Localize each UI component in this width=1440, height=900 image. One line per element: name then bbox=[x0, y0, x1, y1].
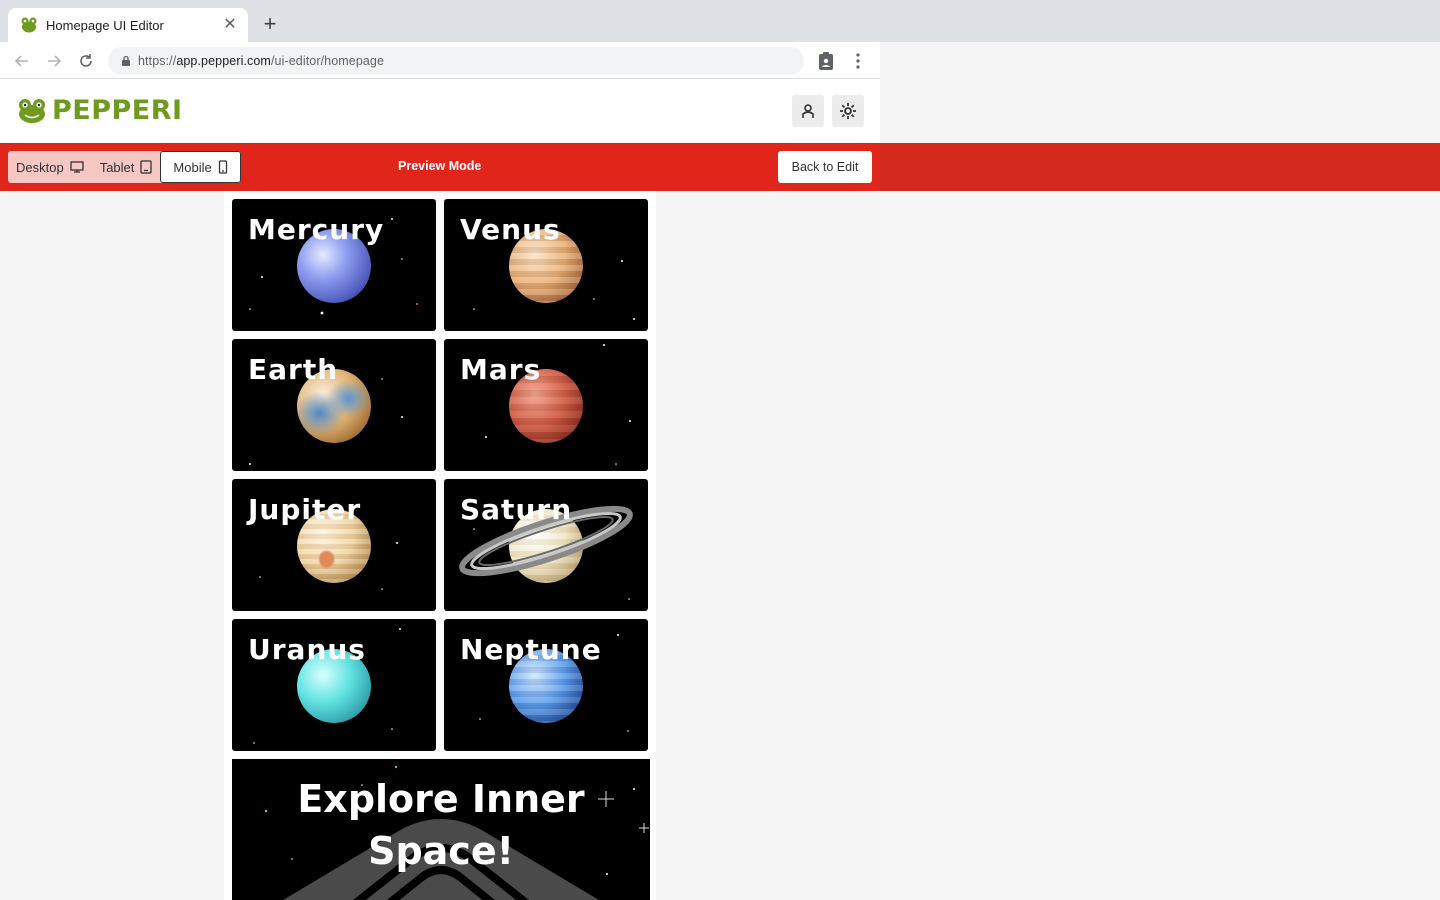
forward-arrow-icon[interactable] bbox=[43, 50, 65, 72]
gear-icon bbox=[840, 103, 856, 119]
mode-mobile-button[interactable]: Mobile bbox=[160, 151, 241, 183]
url-text: https://app.pepperi.com/ui-editor/homepa… bbox=[138, 54, 385, 68]
user-button[interactable] bbox=[792, 95, 824, 127]
planet-card-neptune[interactable]: Neptune bbox=[444, 619, 648, 751]
back-arrow-icon[interactable] bbox=[11, 50, 33, 72]
planet-card-venus[interactable]: Venus bbox=[444, 199, 648, 331]
planet-name: Saturn bbox=[460, 493, 573, 526]
lock-icon bbox=[122, 55, 130, 66]
explore-banner[interactable]: Explore Inner Space! bbox=[232, 759, 650, 900]
planet-card-jupiter[interactable]: Jupiter bbox=[232, 479, 436, 611]
new-tab-icon[interactable]: + bbox=[258, 13, 282, 37]
planet-name: Uranus bbox=[248, 633, 366, 666]
back-to-edit-button[interactable]: Back to Edit bbox=[778, 151, 872, 183]
desktop-icon bbox=[70, 161, 84, 173]
planet-card-mars[interactable]: Mars bbox=[444, 339, 648, 471]
planet-card-earth[interactable]: Earth bbox=[232, 339, 436, 471]
mode-mobile-label: Mobile bbox=[173, 159, 212, 175]
tab-title: Homepage UI Editor bbox=[46, 17, 164, 33]
planet-name: Neptune bbox=[460, 633, 602, 666]
browser-tabstrip: Homepage UI Editor ✕ + bbox=[0, 0, 1440, 42]
kebab-menu-icon[interactable] bbox=[847, 50, 869, 72]
planet-name: Venus bbox=[460, 213, 561, 246]
mode-desktop-label: Desktop bbox=[16, 159, 64, 175]
browser-toolbar: https://app.pepperi.com/ui-editor/homepa… bbox=[0, 42, 880, 79]
settings-button[interactable] bbox=[832, 95, 864, 127]
banner-title-line1: Explore Inner bbox=[297, 777, 585, 821]
planet-card-saturn[interactable]: Saturn bbox=[444, 479, 648, 611]
planet-card-uranus[interactable]: Uranus bbox=[232, 619, 436, 751]
planet-card-mercury[interactable]: Mercury bbox=[232, 199, 436, 331]
banner-title-line2: Space! bbox=[368, 829, 514, 873]
pepperi-logo[interactable]: PEPPERI bbox=[16, 95, 183, 126]
planet-name: Jupiter bbox=[248, 493, 362, 526]
preview-bar-inner: Desktop Tablet Mobile Preview Mode Back … bbox=[0, 143, 880, 191]
user-icon bbox=[802, 104, 814, 118]
logo-text: PEPPERI bbox=[52, 95, 183, 126]
preview-mode-label: Preview Mode bbox=[398, 159, 482, 173]
clipboard-badge-icon[interactable] bbox=[815, 50, 837, 72]
mode-tablet-label: Tablet bbox=[99, 159, 135, 175]
banner-title: Explore Inner Space! bbox=[232, 773, 650, 877]
browser-tab[interactable]: Homepage UI Editor ✕ bbox=[8, 8, 248, 42]
tab-close-icon[interactable]: ✕ bbox=[222, 17, 238, 33]
planet-name: Mercury bbox=[248, 213, 385, 246]
tablet-icon bbox=[140, 160, 153, 174]
pepperi-frog-icon bbox=[21, 17, 37, 33]
planet-name: Mars bbox=[460, 353, 542, 386]
mobile-preview-frame: Mercury Venus Earth Mars Jupiter Saturn bbox=[224, 191, 656, 900]
empty-right-area bbox=[880, 191, 1440, 900]
device-mode-switcher: Desktop Tablet Mobile bbox=[8, 151, 241, 183]
reload-icon[interactable] bbox=[75, 50, 97, 72]
address-bar[interactable]: https://app.pepperi.com/ui-editor/homepa… bbox=[108, 47, 804, 75]
planet-name: Earth bbox=[248, 353, 339, 386]
preview-mode-bar: Desktop Tablet Mobile Preview Mode Back … bbox=[0, 143, 1440, 191]
frog-logo-icon bbox=[19, 98, 45, 123]
mode-tablet-button[interactable]: Tablet bbox=[92, 151, 161, 183]
app-header: PEPPERI bbox=[0, 79, 880, 143]
mode-desktop-button[interactable]: Desktop bbox=[8, 151, 92, 183]
mobile-icon bbox=[218, 160, 227, 174]
